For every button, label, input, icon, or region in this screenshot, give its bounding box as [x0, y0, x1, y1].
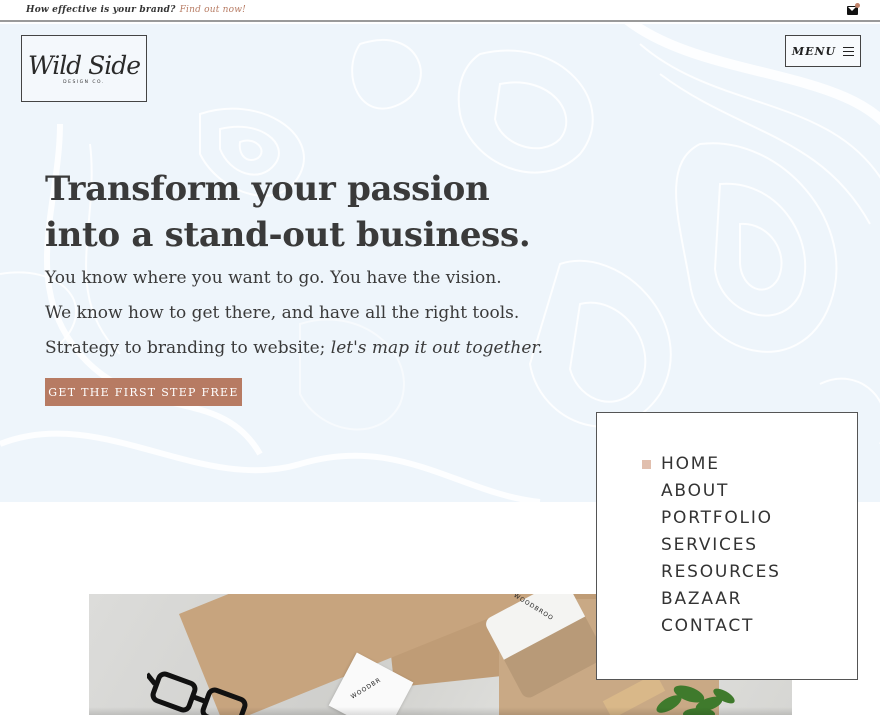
nav-item-portfolio[interactable]: PORTFOLIO [661, 505, 781, 532]
business-card-text: WOODBR [349, 676, 383, 701]
site-logo[interactable]: Wild Side DESIGN CO. [21, 35, 147, 102]
get-first-step-free-button[interactable]: GET THE FIRST STEP FREE [45, 378, 242, 406]
nav-item-bazaar[interactable]: BAZAAR [661, 586, 781, 613]
logo-wordmark: Wild Side [27, 50, 141, 80]
nav-list: HOME ABOUT PORTFOLIO SERVICES RESOURCES … [642, 451, 781, 640]
hamburger-icon [843, 46, 855, 56]
hero-text-line-3: Strategy to branding to website; let's m… [45, 338, 585, 358]
mail-icon[interactable] [847, 3, 860, 15]
menu-button[interactable]: MENU [785, 35, 861, 67]
nav-item-about[interactable]: ABOUT [661, 478, 781, 505]
hero-text-line-3-plain: Strategy to branding to website; [45, 338, 326, 358]
menu-label: MENU [791, 44, 837, 58]
hero-text-line-1: You know where you want to go. You have … [45, 268, 502, 288]
headline-line-1: Transform your passion [45, 169, 490, 209]
hero-headline: Transform your passion into a stand-out … [45, 166, 565, 258]
hero-text-line-3-italic: let's map it out together. [330, 338, 544, 358]
nav-item-home[interactable]: HOME [642, 451, 781, 478]
headline-line-2: into a stand-out business. [45, 215, 531, 255]
announcement-bar: How effective is your brand? Find out no… [0, 0, 880, 22]
notification-dot [855, 3, 860, 8]
hero-text-line-2: We know how to get there, and have all t… [45, 303, 520, 323]
announcement-text: How effective is your brand? [26, 5, 176, 15]
navigation-menu-panel: HOME ABOUT PORTFOLIO SERVICES RESOURCES … [596, 412, 858, 680]
announcement-link[interactable]: Find out now! [180, 5, 246, 15]
nav-item-resources[interactable]: RESOURCES [661, 559, 781, 586]
bottom-shadow [89, 707, 792, 715]
nav-item-contact[interactable]: CONTACT [661, 613, 781, 640]
nav-item-services[interactable]: SERVICES [661, 532, 781, 559]
logo-subtitle: DESIGN CO. [63, 79, 105, 85]
